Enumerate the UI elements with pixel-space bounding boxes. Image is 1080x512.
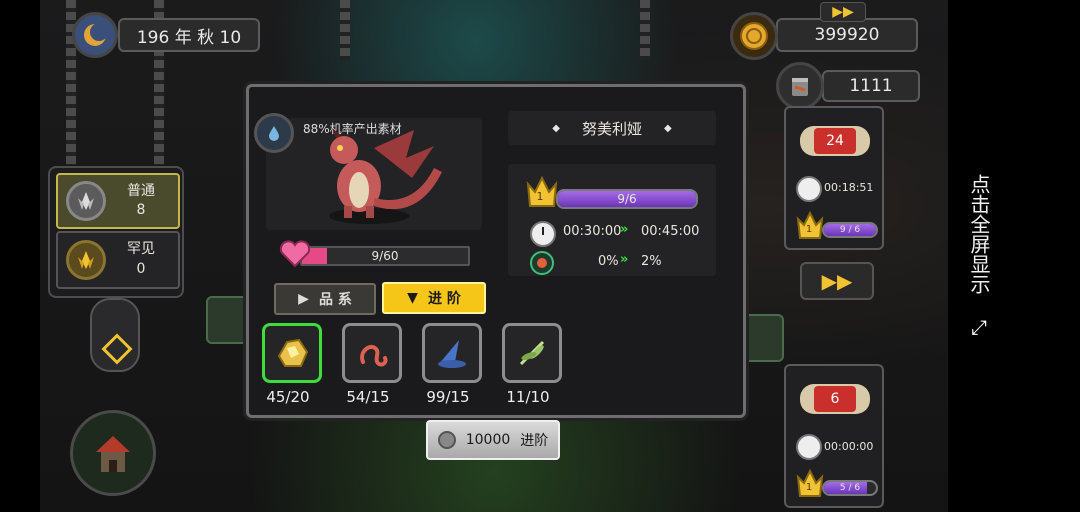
lantern-icon[interactable] — [90, 298, 140, 372]
rarity-label: 普通 — [127, 183, 155, 199]
chain — [640, 0, 650, 60]
uncommon-leaf-icon — [66, 240, 106, 280]
diamond-icon — [101, 333, 133, 365]
timer: 00:18:51 — [824, 181, 874, 194]
chain — [340, 0, 350, 60]
play-icon: ▶ — [298, 291, 309, 307]
gold-nugget-icon — [277, 338, 309, 367]
heart-icon — [278, 238, 312, 268]
item-count: 1111 — [849, 76, 893, 96]
crown-level: 1 — [536, 190, 544, 203]
fast-forward-top-icon[interactable]: ▶▶ — [820, 2, 866, 22]
tab-lineage[interactable]: ▶ 品 系 — [274, 283, 376, 315]
tab-label: 进 阶 — [427, 291, 461, 307]
material-count: 99/15 — [426, 388, 470, 406]
left-letterbox — [0, 0, 40, 512]
mini-progress-text: 5 / 6 — [839, 483, 861, 493]
red-worm-icon — [360, 345, 388, 367]
coin-display: 399920 — [776, 18, 918, 52]
water-drop-icon — [254, 113, 294, 153]
crown-icon: 1 — [796, 210, 824, 240]
date-label: 196 年 秋 10 — [136, 27, 242, 48]
upgrade-label: 进阶 — [520, 433, 549, 449]
dragon-name: 努美利娅 — [581, 119, 642, 138]
material-slot-gold[interactable] — [262, 323, 322, 383]
mini-progress-text: 9 / 6 — [839, 225, 861, 235]
diamond-bullet-icon: ◆ — [664, 122, 672, 134]
clock-icon — [796, 434, 822, 460]
diamond-bullet-icon: ◆ — [552, 122, 560, 134]
affection-bar: 9/60 — [300, 246, 470, 266]
clock-icon — [530, 221, 556, 247]
material-slot-worm[interactable] — [342, 323, 402, 383]
rarity-uncommon-row[interactable]: 罕见 0 — [56, 231, 180, 289]
arrow-right-icon: » — [620, 222, 629, 237]
expand-icon[interactable]: ⤢ — [968, 316, 990, 338]
fast-forward-icon[interactable]: ▶▶ — [800, 262, 874, 300]
timer: 00:00:00 — [824, 440, 874, 453]
date-display: 196 年 秋 10 — [118, 18, 260, 52]
rarity-count: 8 — [136, 202, 146, 218]
coin-count: 399920 — [814, 25, 880, 45]
common-leaf-icon — [66, 181, 106, 221]
dragonfly-wing-icon — [519, 340, 545, 366]
material-count: 11/10 — [506, 388, 550, 406]
upgrade-button[interactable]: 10000 进阶 — [426, 420, 560, 460]
blue-hat-icon — [438, 340, 466, 368]
rate-cycle-icon — [530, 251, 554, 275]
level-progress-text: 9/6 — [617, 192, 637, 206]
fullscreen-hint-text: 点击全屏显示 — [967, 174, 991, 294]
time-next: 00:45:00 — [641, 224, 700, 239]
level-progress-bar: 9/6 — [556, 189, 698, 209]
chevron-down-icon: ▼ — [407, 290, 418, 306]
season-moon-icon[interactable] — [72, 12, 118, 58]
badge-number: 24 — [814, 128, 856, 154]
coin-small-icon — [437, 431, 456, 449]
bone-frame: 6 — [800, 384, 870, 414]
bone-frame: 24 — [800, 126, 870, 156]
rarity-label: 罕见 — [127, 241, 155, 257]
arrow-right-icon: » — [620, 252, 629, 267]
mini-progress-bar: 5 / 6 — [822, 480, 878, 496]
affection-text: 9/60 — [371, 249, 399, 263]
dragon-portrait[interactable] — [314, 128, 454, 226]
badge-number: 6 — [814, 386, 856, 412]
tab-label: 品 系 — [318, 292, 352, 308]
dragon-name-plate: ◆ 努美利娅 ◆ — [508, 111, 716, 145]
rate-next: 2% — [641, 254, 662, 269]
upgrade-cost: 10000 — [465, 432, 511, 448]
crown-level: 1 — [805, 224, 813, 235]
material-count: 45/20 — [266, 388, 310, 406]
rate-current: 0% — [598, 254, 619, 269]
material-slot-wing[interactable] — [502, 323, 562, 383]
material-count: 54/15 — [346, 388, 390, 406]
clock-icon — [796, 176, 822, 202]
crown-icon: 1 — [796, 468, 824, 498]
tab-advance[interactable]: ▼ 进 阶 — [382, 282, 486, 314]
coin-icon[interactable] — [730, 12, 778, 60]
crown-level: 1 — [805, 482, 813, 493]
rarity-common-row[interactable]: 普通 8 — [56, 173, 180, 229]
material-slot-hat[interactable] — [422, 323, 482, 383]
bucket-icon[interactable] — [776, 62, 824, 110]
time-current: 00:30:00 — [563, 224, 622, 239]
rarity-count: 0 — [136, 261, 146, 277]
mini-progress-bar: 9 / 6 — [822, 222, 878, 238]
item-display: 1111 — [822, 70, 920, 102]
crown-icon: 1 — [526, 174, 558, 208]
house-icon[interactable] — [70, 410, 156, 496]
frame-tab-right — [740, 314, 784, 362]
